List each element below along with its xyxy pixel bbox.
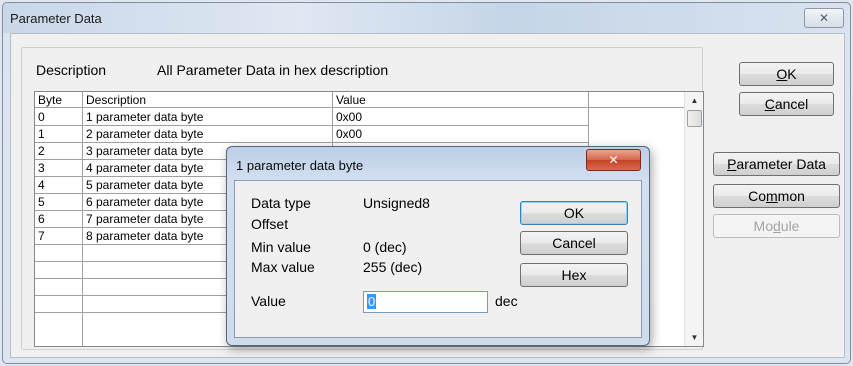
offset-label: Offset <box>251 216 289 232</box>
dialog-close-icon[interactable]: ✕ <box>586 149 641 171</box>
value-input[interactable]: 0 <box>363 291 488 313</box>
scroll-down-arrow-icon[interactable]: ▼ <box>685 329 703 346</box>
cell-byte: 5 <box>38 195 45 209</box>
cell-description: 7 parameter data byte <box>86 212 204 226</box>
window-close-icon[interactable]: ✕ <box>804 8 844 28</box>
cancel-button[interactable]: Cancel <box>739 92 834 116</box>
dialog-client-area: Data type Unsigned8 Offset Min value 0 (… <box>234 180 642 338</box>
cell-byte: 6 <box>38 212 45 226</box>
table-header: Byte Description Value <box>35 92 684 108</box>
cell-value[interactable]: 0x00 <box>336 127 362 141</box>
hex-button[interactable]: Hex <box>520 263 628 287</box>
cell-byte: 4 <box>38 178 45 192</box>
value-input-text: 0 <box>367 294 377 309</box>
header-description[interactable]: Description <box>86 93 146 107</box>
parameter-data-button[interactable]: Parameter Data <box>713 152 840 176</box>
window-title: Parameter Data <box>10 11 102 26</box>
cell-description: 6 parameter data byte <box>86 195 204 209</box>
max-value-label: Max value <box>251 259 315 275</box>
scroll-thumb[interactable] <box>687 110 702 127</box>
cell-description: 5 parameter data byte <box>86 178 204 192</box>
dialog-cancel-button[interactable]: Cancel <box>520 231 628 255</box>
data-type-value: Unsigned8 <box>363 195 430 211</box>
cell-byte: 7 <box>38 229 45 243</box>
vertical-scrollbar[interactable]: ▲ ▼ <box>684 92 703 346</box>
cell-byte: 0 <box>38 110 45 124</box>
cell-value[interactable]: 0x00 <box>336 110 362 124</box>
cell-byte: 1 <box>38 127 45 141</box>
description-value: All Parameter Data in hex description <box>157 62 389 78</box>
table-row[interactable]: 1 2 parameter data byte 0x00 <box>35 126 588 143</box>
cell-description: 8 parameter data byte <box>86 229 204 243</box>
parameter-byte-dialog: 1 parameter data byte ✕ Data type Unsign… <box>226 146 650 346</box>
cell-description: 3 parameter data byte <box>86 144 204 158</box>
data-type-label: Data type <box>251 195 311 211</box>
header-value[interactable]: Value <box>336 93 366 107</box>
dialog-title: 1 parameter data byte <box>236 158 364 173</box>
dialog-ok-button[interactable]: OK <box>520 201 628 225</box>
column-separator <box>82 92 83 346</box>
table-row[interactable]: 0 1 parameter data byte 0x00 <box>35 109 588 126</box>
value-label: Value <box>251 293 286 309</box>
cell-description: 2 parameter data byte <box>86 127 204 141</box>
window-titlebar[interactable]: Parameter Data ✕ <box>3 3 850 33</box>
cell-description: 4 parameter data byte <box>86 161 204 175</box>
min-value: 0 (dec) <box>363 239 407 255</box>
description-label: Description <box>36 62 107 78</box>
value-unit: dec <box>495 293 518 309</box>
common-button[interactable]: Common <box>713 184 840 208</box>
ok-button[interactable]: OK <box>739 62 834 86</box>
scroll-up-arrow-icon[interactable]: ▲ <box>685 92 703 109</box>
module-button[interactable]: Module <box>713 214 840 238</box>
cell-byte: 2 <box>38 144 45 158</box>
cell-description: 1 parameter data byte <box>86 110 204 124</box>
max-value: 255 (dec) <box>363 259 423 275</box>
min-value-label: Min value <box>251 239 311 255</box>
cell-byte: 3 <box>38 161 45 175</box>
header-byte[interactable]: Byte <box>38 93 62 107</box>
